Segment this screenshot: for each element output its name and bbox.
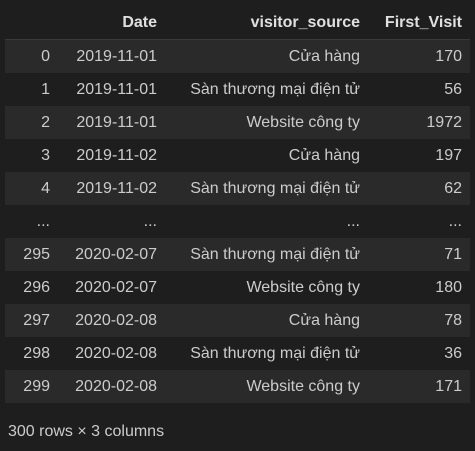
cell-first-visit: ... <box>448 212 462 230</box>
dataframe-header: Date visitor_source First_Visit <box>5 6 470 40</box>
cell-visitor-source: Website công ty <box>246 377 360 395</box>
header-index <box>5 6 58 40</box>
cell-first-visit: 180 <box>435 278 462 296</box>
table-row: 4 2019-11-02 Sàn thương mại điện tử 62 <box>5 172 470 205</box>
cell-date: 2019-11-01 <box>76 80 157 98</box>
row-index: ... <box>36 212 50 230</box>
cell-first-visit: 78 <box>444 311 462 329</box>
cell-visitor-source: Cửa hàng <box>288 47 360 65</box>
cell-date: 2020-02-07 <box>75 278 157 296</box>
table-row: 298 2020-02-08 Sàn thương mại điện tử 36 <box>5 337 470 370</box>
cell-date: 2019-11-02 <box>76 179 157 197</box>
cell-visitor-source: ... <box>346 212 360 230</box>
notebook-output: Date visitor_source First_Visit 0 2019-1… <box>0 0 475 451</box>
cell-first-visit: 171 <box>435 377 462 395</box>
table-row: 0 2019-11-01 Cửa hàng 170 <box>5 39 470 73</box>
cell-date: 2019-11-01 <box>76 47 157 65</box>
cell-date: ... <box>143 212 157 230</box>
row-index: 4 <box>41 179 50 197</box>
cell-first-visit: 197 <box>435 146 462 164</box>
row-index: 297 <box>23 311 50 329</box>
header-visitor-source: visitor_source <box>165 6 368 40</box>
cell-date: 2019-11-01 <box>76 113 157 131</box>
cell-first-visit: 1972 <box>426 113 462 131</box>
cell-first-visit: 56 <box>444 80 462 98</box>
cell-visitor-source: Sàn thương mại điện tử <box>190 344 360 362</box>
row-index: 298 <box>23 344 50 362</box>
table-row: 1 2019-11-01 Sàn thương mại điện tử 56 <box>5 73 470 106</box>
row-index: 2 <box>41 113 50 131</box>
row-index: 296 <box>23 278 50 296</box>
dataframe-body: 0 2019-11-01 Cửa hàng 170 1 2019-11-01 S… <box>5 39 470 403</box>
table-row: 295 2020-02-07 Sàn thương mại điện tử 71 <box>5 238 470 271</box>
cell-visitor-source: Website công ty <box>246 278 360 296</box>
table-row: 2 2019-11-01 Website công ty 1972 <box>5 106 470 139</box>
row-index: 1 <box>41 80 50 98</box>
header-row: Date visitor_source First_Visit <box>5 6 470 40</box>
cell-visitor-source: Website công ty <box>246 113 360 131</box>
table-row-ellipsis: ... ... ... ... <box>5 205 470 238</box>
header-date: Date <box>58 6 165 40</box>
cell-date: 2020-02-07 <box>75 245 157 263</box>
table-row: 299 2020-02-08 Website công ty 171 <box>5 370 470 403</box>
table-row: 296 2020-02-07 Website công ty 180 <box>5 271 470 304</box>
table-row: 297 2020-02-08 Cửa hàng 78 <box>5 304 470 337</box>
cell-visitor-source: Sàn thương mại điện tử <box>190 245 360 263</box>
cell-first-visit: 62 <box>444 179 462 197</box>
row-index: 295 <box>23 245 50 263</box>
cell-date: 2019-11-02 <box>76 146 157 164</box>
cell-first-visit: 71 <box>444 245 462 263</box>
row-index: 0 <box>41 47 50 65</box>
cell-visitor-source: Cửa hàng <box>288 311 360 329</box>
cell-visitor-source: Cửa hàng <box>288 146 360 164</box>
cell-visitor-source: Sàn thương mại điện tử <box>190 179 360 197</box>
dataframe-table: Date visitor_source First_Visit 0 2019-1… <box>5 6 470 403</box>
cell-date: 2020-02-08 <box>75 377 157 395</box>
cell-date: 2020-02-08 <box>75 311 157 329</box>
row-index: 299 <box>23 377 50 395</box>
cell-visitor-source: Sàn thương mại điện tử <box>190 80 360 98</box>
dataframe-shape-footer: 300 rows × 3 columns <box>8 423 165 440</box>
table-row: 3 2019-11-02 Cửa hàng 197 <box>5 139 470 172</box>
row-index: 3 <box>41 146 50 164</box>
cell-date: 2020-02-08 <box>75 344 157 362</box>
cell-first-visit: 36 <box>444 344 462 362</box>
header-first-visit: First_Visit <box>368 6 470 40</box>
cell-first-visit: 170 <box>435 47 462 65</box>
